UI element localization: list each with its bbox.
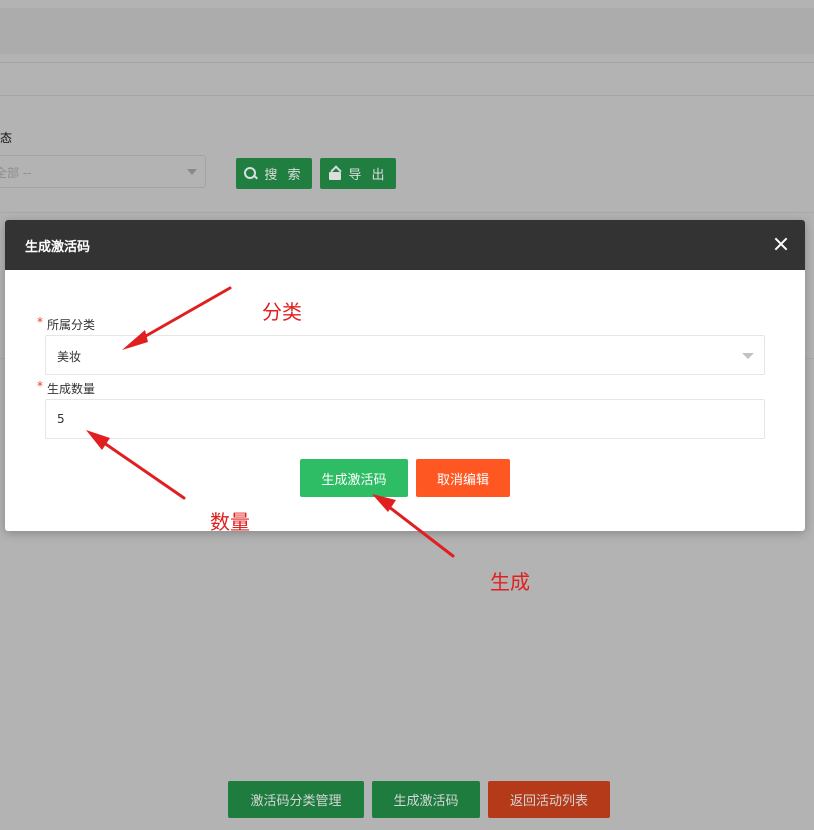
annotation-arrows bbox=[86, 286, 455, 558]
arrow-to-quantity bbox=[92, 434, 186, 500]
arrow-to-generate bbox=[378, 498, 455, 558]
annotation-generate: 生成 bbox=[490, 570, 530, 594]
arrowhead-quantity bbox=[86, 430, 110, 450]
annotation-quantity: 数量 bbox=[210, 510, 250, 534]
arrowhead-category bbox=[122, 330, 148, 350]
annotation-category: 分类 bbox=[262, 300, 302, 324]
